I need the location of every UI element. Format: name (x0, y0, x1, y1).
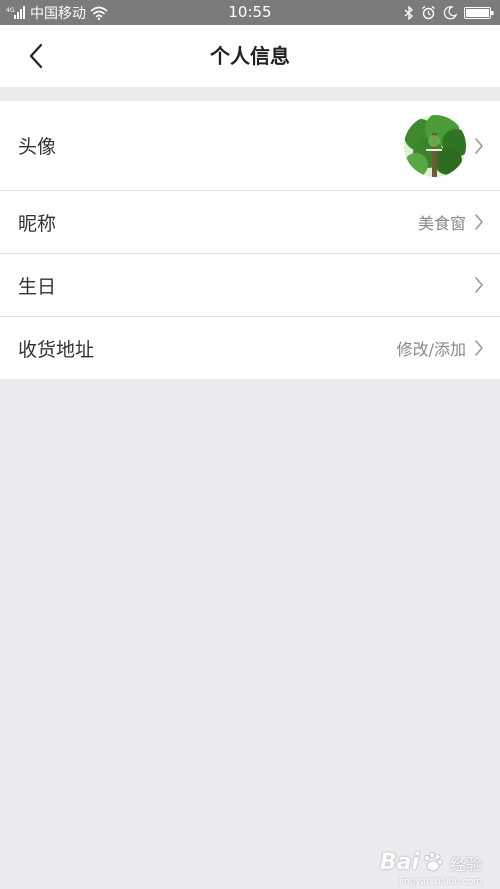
chevron-right-icon (474, 276, 484, 294)
row-right: 美食窗 (418, 210, 484, 234)
status-bar: 4G 中国移动 10:55 (0, 0, 500, 25)
battery-icon (464, 6, 494, 20)
row-right: 修改/添加 (397, 336, 484, 360)
bluetooth-icon (404, 5, 414, 20)
row-shipping-address[interactable]: 收货地址 修改/添加 (0, 316, 500, 379)
row-right (474, 276, 484, 294)
chevron-right-icon (474, 137, 484, 155)
paw-icon (421, 851, 445, 875)
baidu-jingyan-watermark: Bai 经验 (380, 850, 482, 875)
status-right (404, 0, 494, 25)
nickname-value: 美食窗 (417, 214, 466, 233)
row-label: 头像 (18, 136, 57, 158)
row-birthday[interactable]: 生日 (0, 253, 500, 316)
avatar (404, 114, 466, 177)
page-title: 个人信息 (210, 44, 290, 68)
row-label: 生日 (18, 275, 57, 298)
moon-icon (443, 5, 457, 20)
watermark-brand-left: Bai (379, 850, 419, 875)
row-avatar[interactable]: 头像 (0, 101, 500, 190)
chevron-right-icon (474, 339, 484, 357)
row-right (404, 114, 484, 177)
row-label: 收货地址 (18, 338, 95, 361)
row-label: 昵称 (18, 212, 57, 235)
row-nickname[interactable]: 昵称 美食窗 (0, 190, 500, 253)
profile-list: 头像 昵称 美食窗 生日 收货地址 修改/添加 (0, 101, 500, 379)
watermark-url: jingyan.baidu.com (398, 877, 482, 887)
alarm-icon (421, 5, 436, 20)
address-value: 修改/添加 (396, 340, 466, 359)
watermark-brand-right: 经验 (449, 854, 482, 874)
chevron-right-icon (474, 213, 484, 231)
nav-bar: 个人信息 (0, 25, 500, 87)
